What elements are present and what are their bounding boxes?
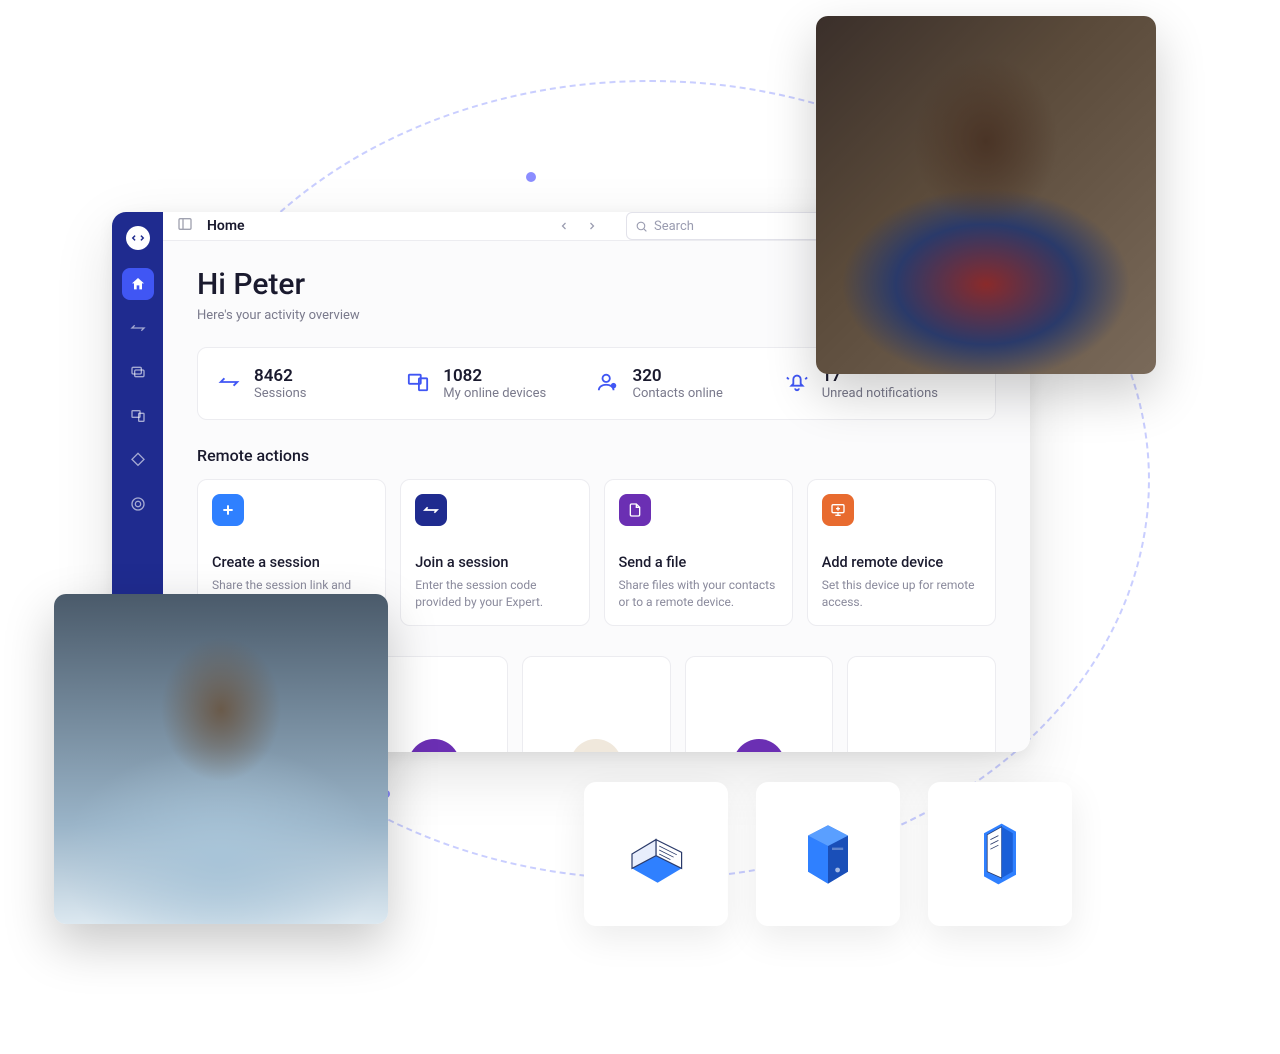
file-icon [619,494,651,526]
device-card-phone[interactable] [928,782,1072,926]
stat-contacts[interactable]: 320 Contacts online [597,366,786,401]
avatar [733,739,785,752]
action-desc: Enter the session code provided by your … [415,577,574,611]
server-icon [788,814,868,894]
phone-icon [960,814,1040,894]
stat-label: Sessions [254,386,307,401]
stat-value: 8462 [254,366,307,386]
decorative-photo-user-tablet [816,16,1156,374]
action-join-session[interactable]: Join a session Enter the session code pr… [400,479,589,626]
action-desc: Share files with your contacts or to a r… [619,577,778,611]
contact-tile[interactable] [847,656,996,752]
plus-icon [212,494,244,526]
stat-value: 1082 [443,366,546,386]
avatar [408,739,460,752]
section-title-remote-actions: Remote actions [197,446,996,465]
action-title: Create a session [212,554,371,571]
monitor-plus-icon [822,494,854,526]
action-send-file[interactable]: Send a file Share files with your contac… [604,479,793,626]
laptop-icon [616,814,696,894]
join-icon [415,494,447,526]
action-title: Send a file [619,554,778,571]
stat-label: My online devices [443,386,546,401]
contact-tile[interactable] [522,656,671,752]
sidebar-item-devices[interactable] [122,400,154,432]
search-icon [635,220,648,233]
nav-back-button[interactable] [552,214,576,238]
logo-icon [126,226,150,250]
transfer-icon [218,371,240,397]
action-title: Add remote device [822,554,981,571]
stat-value: 320 [633,366,723,386]
contacts-icon [597,371,619,397]
stat-sessions[interactable]: 8462 Sessions [218,366,407,401]
action-add-device[interactable]: Add remote device Set this device up for… [807,479,996,626]
device-card-server[interactable] [756,782,900,926]
contact-tile[interactable] [685,656,834,752]
device-card-laptop[interactable] [584,782,728,926]
devices-icon [407,371,429,397]
stat-label: Contacts online [633,386,723,401]
action-desc: Set this device up for remote access. [822,577,981,611]
sidebar-item-transfers[interactable] [122,312,154,344]
sidebar-item-home[interactable] [122,268,154,300]
sidebar-item-settings[interactable] [122,488,154,520]
sidebar-item-messages[interactable] [122,356,154,388]
decorative-photo-support-agent [54,594,388,924]
action-title: Join a session [415,554,574,571]
stat-label: Unread notifications [822,386,938,401]
decorative-dot [526,172,536,182]
sidebar-item-tags[interactable] [122,444,154,476]
breadcrumb: Home [207,218,245,234]
stat-devices[interactable]: 1082 My online devices [407,366,596,401]
nav-arrows [552,214,604,238]
device-strip [584,782,1072,926]
avatar [570,739,622,752]
panel-toggle-icon[interactable] [177,216,193,236]
nav-forward-button[interactable] [580,214,604,238]
bell-icon [786,371,808,397]
